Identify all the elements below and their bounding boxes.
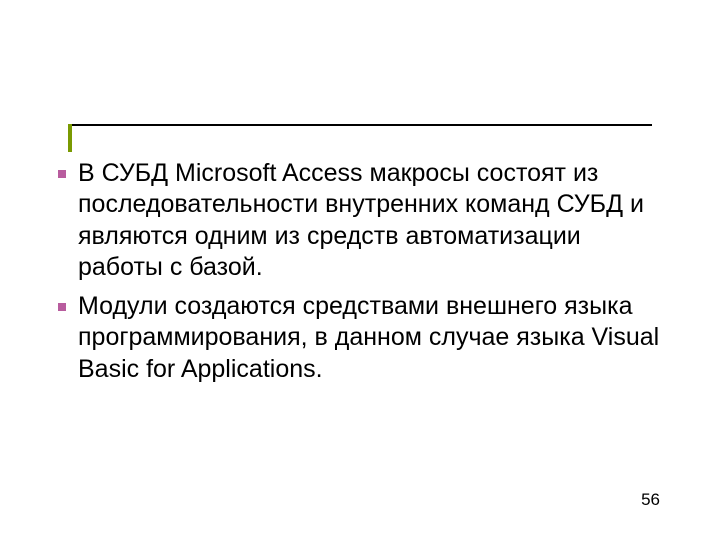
body-text: В СУБД Microsoft Access макросы состоят … <box>50 158 666 393</box>
slide: В СУБД Microsoft Access макросы состоят … <box>0 0 720 540</box>
horizontal-rule <box>68 124 652 126</box>
bullet-text: Модули создаются средствами внешнего язы… <box>78 292 659 383</box>
list-item: В СУБД Microsoft Access макросы состоят … <box>50 158 666 283</box>
accent-bar <box>68 124 72 152</box>
bullet-list: В СУБД Microsoft Access макросы состоят … <box>50 158 666 385</box>
bullet-text: В СУБД Microsoft Access макросы состоят … <box>78 159 644 281</box>
title-rule <box>68 124 652 126</box>
page-number: 56 <box>641 490 660 510</box>
list-item: Модули создаются средствами внешнего язы… <box>50 291 666 385</box>
